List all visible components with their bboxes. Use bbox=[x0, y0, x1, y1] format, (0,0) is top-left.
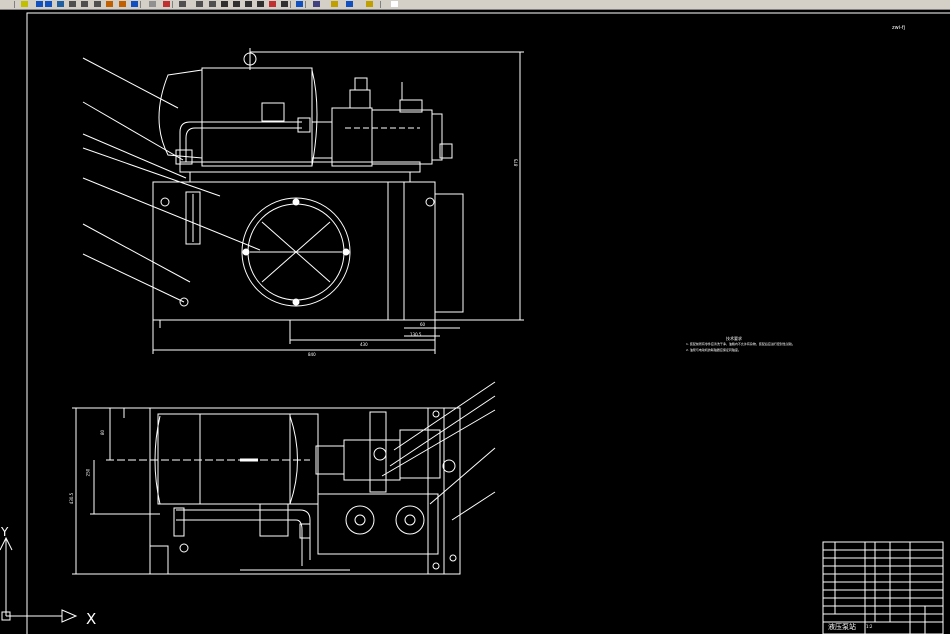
tank-side-cover bbox=[434, 193, 464, 313]
notes-title: 技术要求 bbox=[726, 336, 742, 341]
calculator-icon[interactable] bbox=[280, 0, 289, 8]
title-block-footer: 液压泵站 bbox=[828, 623, 856, 631]
motor-nameplate bbox=[261, 102, 285, 122]
undo-icon[interactable] bbox=[35, 0, 44, 8]
dim-label-part: 430 bbox=[360, 342, 368, 347]
dim-label-total: 840 bbox=[308, 352, 316, 357]
dim-label-plan-c: 430.5 bbox=[69, 492, 75, 505]
zoom-previous-icon[interactable] bbox=[93, 0, 102, 8]
plan-pump-unit bbox=[317, 493, 439, 555]
leader-6 bbox=[82, 223, 191, 283]
cad-drawing bbox=[0, 12, 950, 634]
motor-rear bbox=[311, 69, 318, 167]
leader-12 bbox=[451, 491, 496, 521]
dim-label-plan-b: 250 bbox=[85, 468, 91, 477]
layer-color-icon[interactable] bbox=[390, 0, 399, 8]
dim-label-right-small: 60 bbox=[420, 322, 426, 327]
notes-line-1: 1. 装配前所有零件应清洗干净，油箱内不允许有杂物，装配后应进行密封性试验。 bbox=[686, 342, 795, 346]
drawing-border bbox=[26, 12, 950, 634]
toolbar-separator bbox=[140, 1, 141, 8]
layer-icon[interactable] bbox=[162, 0, 171, 8]
match-properties-icon[interactable] bbox=[20, 0, 29, 8]
pump-body bbox=[331, 107, 373, 167]
layer-state-icon[interactable] bbox=[330, 0, 339, 8]
leader-7 bbox=[82, 253, 185, 303]
layer-lock-icon[interactable] bbox=[365, 0, 374, 8]
ucs-icon bbox=[0, 536, 78, 623]
sheet-label: zwi-fj bbox=[892, 25, 906, 31]
motor-body bbox=[201, 67, 313, 167]
properties-icon[interactable] bbox=[105, 0, 114, 8]
layer-previous-icon[interactable] bbox=[345, 0, 354, 8]
pan-icon[interactable] bbox=[56, 0, 65, 8]
drawing-canvas[interactable]: zwi-fj 技术要求 1. 装配前所有零件应清洗干净，油箱内不允许有杂物，装配… bbox=[0, 10, 950, 634]
front-view bbox=[82, 48, 524, 354]
dimension-style-icon[interactable] bbox=[232, 0, 241, 8]
redo-icon[interactable] bbox=[44, 0, 53, 8]
pump-valve-block bbox=[371, 109, 433, 165]
leader-5 bbox=[82, 177, 261, 251]
design-center-icon[interactable] bbox=[118, 0, 127, 8]
toolbar-separator bbox=[290, 1, 291, 8]
zoom-out-icon[interactable] bbox=[208, 0, 217, 8]
title-block-cell-scale: 1:2 bbox=[866, 624, 873, 629]
leader-3 bbox=[82, 133, 187, 179]
zoom-window-icon[interactable] bbox=[80, 0, 89, 8]
markup-icon[interactable] bbox=[268, 0, 277, 8]
relief-valve bbox=[349, 89, 371, 109]
dim-label-plan-a: 80 bbox=[100, 429, 106, 436]
zoom-in-icon[interactable] bbox=[195, 0, 204, 8]
leader-9 bbox=[389, 395, 496, 467]
toolbar-separator bbox=[14, 1, 15, 8]
plan-view bbox=[72, 381, 496, 575]
toolbar-separator bbox=[305, 1, 306, 8]
table-icon[interactable] bbox=[244, 0, 253, 8]
notes-line-2: 2. 油泵与电动机的联轴器应保证同轴度。 bbox=[686, 348, 741, 352]
dim-label-right-bot: 130.5 bbox=[410, 332, 422, 337]
toolbar-separator bbox=[380, 1, 381, 8]
layers-stack-icon[interactable] bbox=[312, 0, 321, 8]
arrow-up-icon[interactable] bbox=[148, 0, 157, 8]
ucs-x-label: X bbox=[86, 610, 97, 628]
dim-label-height: 875 bbox=[513, 158, 519, 167]
help-icon[interactable] bbox=[295, 0, 304, 8]
search-icon[interactable] bbox=[178, 0, 187, 8]
standard-toolbar bbox=[0, 0, 950, 10]
text-style-icon[interactable] bbox=[220, 0, 229, 8]
title-block bbox=[822, 541, 944, 634]
ucs-y-label: Y bbox=[1, 525, 9, 539]
leader-2 bbox=[82, 101, 184, 161]
arrow-down-icon[interactable] bbox=[130, 0, 139, 8]
tool-palette-icon[interactable] bbox=[256, 0, 265, 8]
zoom-realtime-icon[interactable] bbox=[68, 0, 77, 8]
plan-tank-outline bbox=[149, 407, 461, 575]
coupling-housing bbox=[311, 121, 333, 159]
toolbar-separator bbox=[172, 1, 173, 8]
plan-coupling bbox=[315, 445, 345, 475]
leader-1 bbox=[82, 57, 179, 109]
